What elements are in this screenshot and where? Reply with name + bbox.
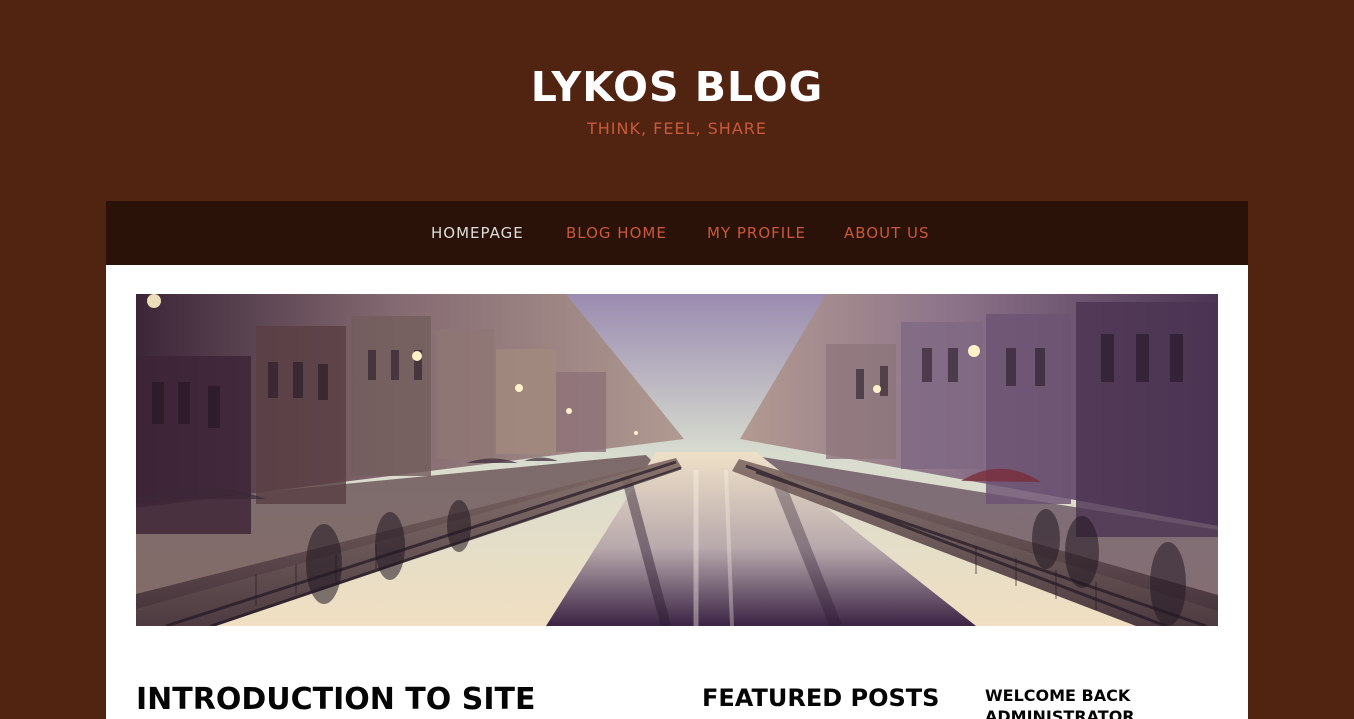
nav-my-profile-link[interactable]: MY PROFILE — [707, 221, 806, 245]
site-header: LYKOS BLOG THINK, FEEL, SHARE — [0, 0, 1354, 201]
content-shell: HOMEPAGE BLOG HOME MY PROFILE ABOUT US I… — [106, 201, 1248, 719]
featured-posts-heading: FEATURED POSTS — [702, 684, 940, 712]
nav-about-us-link[interactable]: ABOUT US — [844, 221, 930, 245]
administrator-text: ADMINISTRATOR — [985, 707, 1135, 719]
navigation-list: HOMEPAGE BLOG HOME MY PROFILE ABOUT US — [106, 201, 1248, 265]
canal-city-banner-image — [136, 294, 1218, 626]
blog-page: LYKOS BLOG THINK, FEEL, SHARE HOMEPAGE B… — [0, 0, 1354, 719]
site-tagline: THINK, FEEL, SHARE — [586, 119, 768, 138]
introduction-heading[interactable]: INTRODUCTION TO SITE — [136, 680, 616, 719]
nav-homepage-link[interactable]: HOMEPAGE — [431, 221, 524, 245]
nav-blog-home-link[interactable]: BLOG HOME — [566, 221, 667, 245]
hero-banner — [136, 294, 1218, 626]
welcome-box: WELCOME BACK ADMINISTRATOR — [985, 685, 1205, 719]
main-navigation: HOMEPAGE BLOG HOME MY PROFILE ABOUT US — [106, 201, 1248, 265]
site-title[interactable]: LYKOS BLOG — [0, 58, 1354, 116]
welcome-back-text: WELCOME BACK — [985, 686, 1131, 705]
